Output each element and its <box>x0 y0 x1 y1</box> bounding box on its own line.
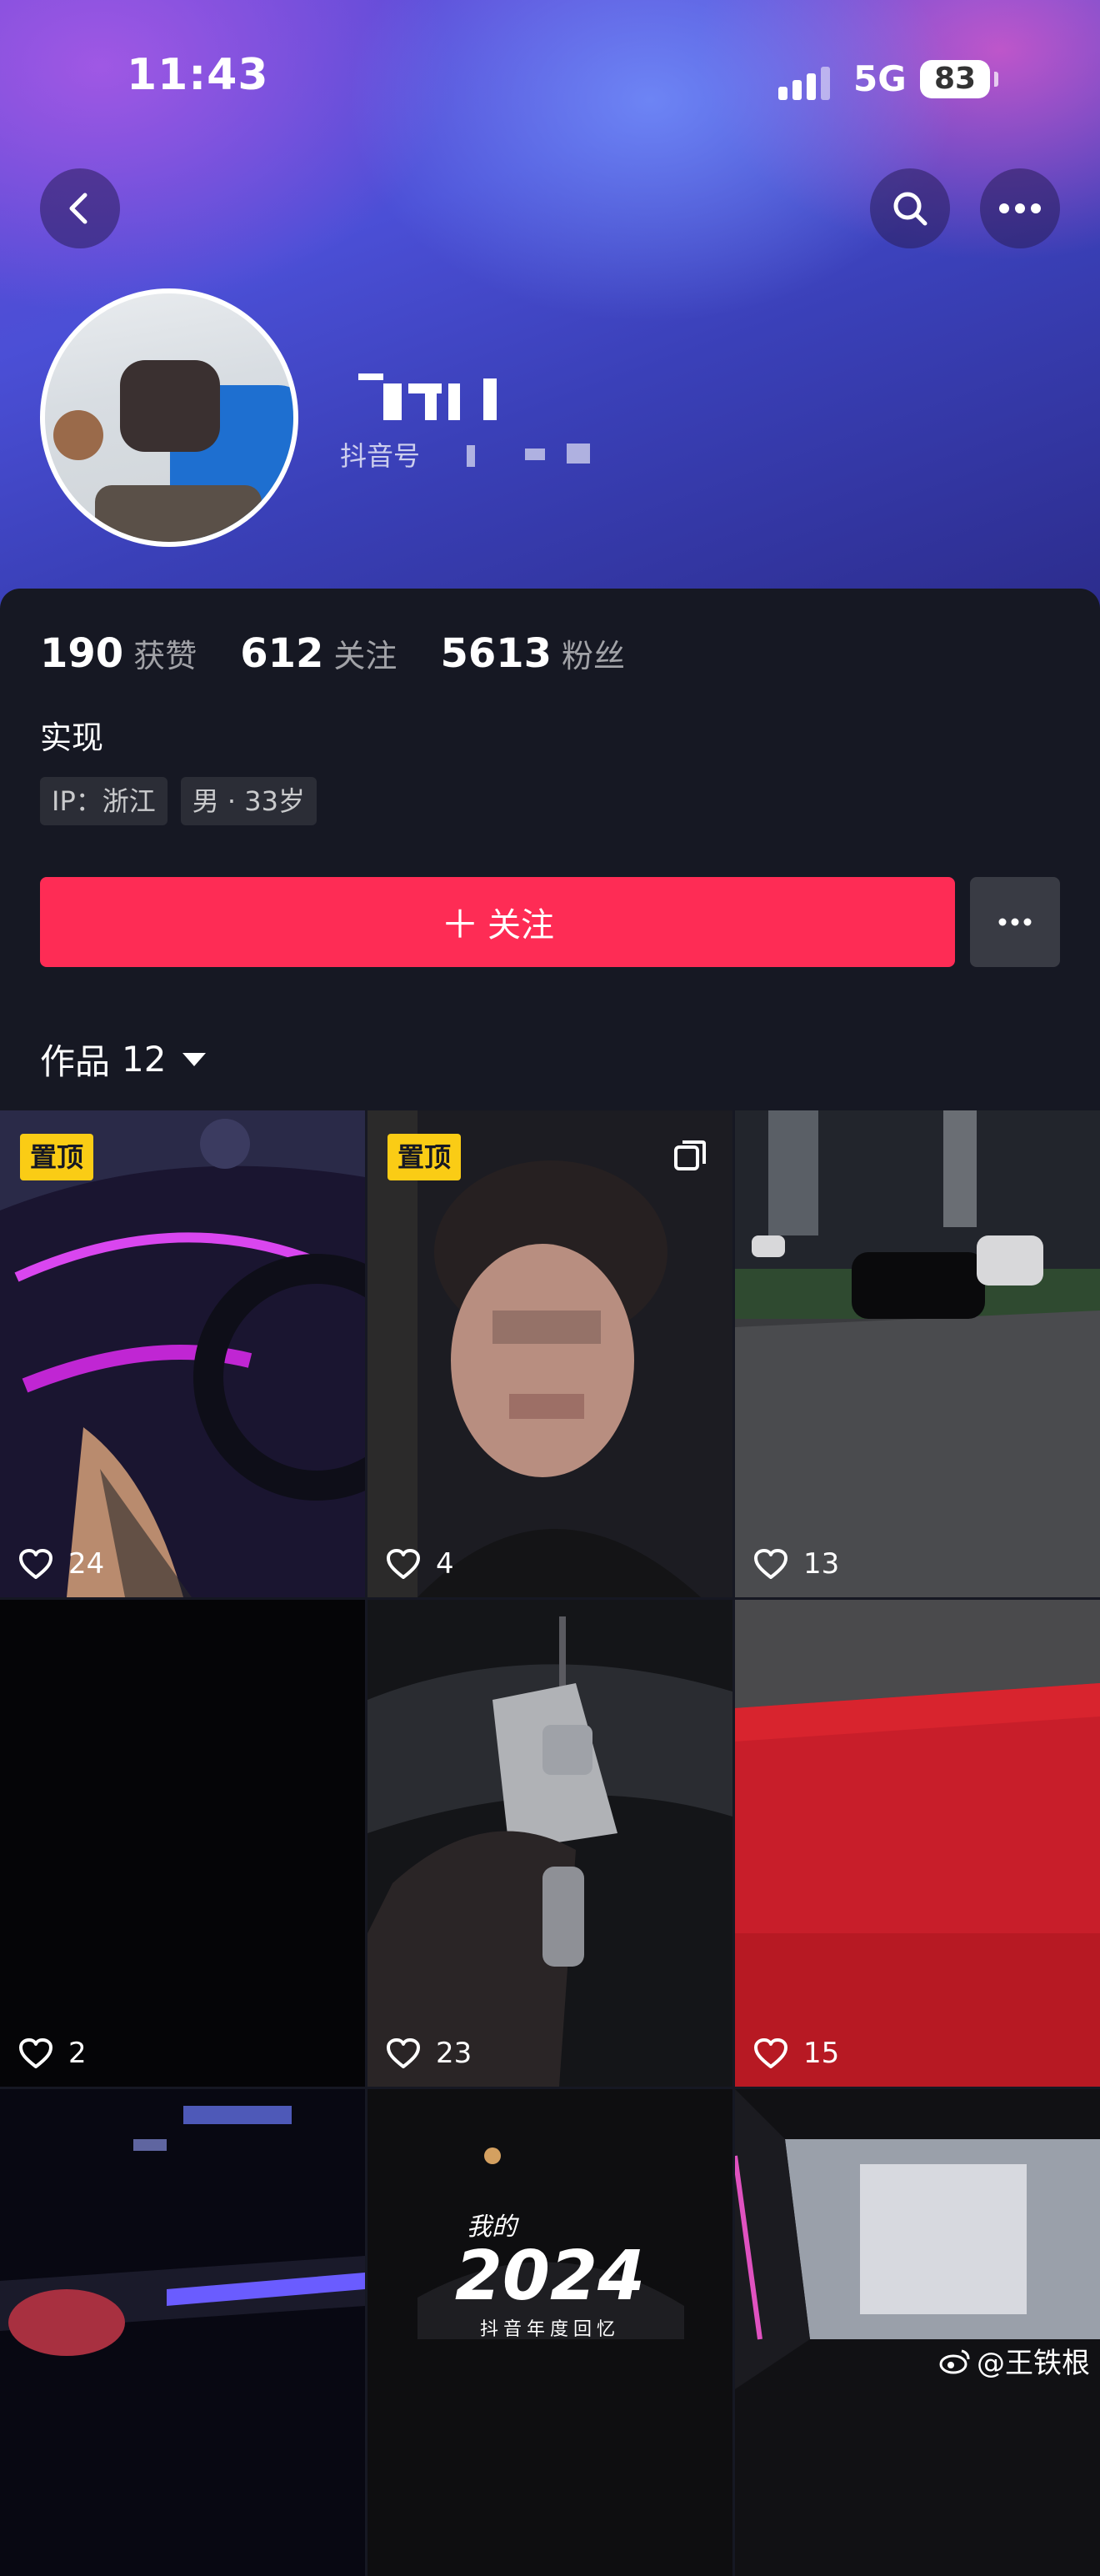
chevron-left-icon <box>69 193 88 224</box>
caret-down-icon <box>182 1052 207 1066</box>
thumbnail-image <box>735 1600 1100 2087</box>
video-thumbnail[interactable]: 置顶 4 <box>368 1110 732 1597</box>
likes-counter: 23 <box>386 2037 472 2070</box>
video-thumbnail[interactable] <box>735 2089 1100 2576</box>
video-thumbnail[interactable]: 2 <box>0 1600 365 2087</box>
likes-count: 2 <box>68 2037 87 2070</box>
pinned-badge: 置顶 <box>20 1134 94 1180</box>
watermark-text: @王铁根 <box>977 2347 1090 2380</box>
tag-ip-location: IP：浙江 <box>40 777 168 825</box>
likes-counter: 4 <box>386 1547 454 1581</box>
thumbnail-image <box>368 1110 732 1597</box>
heart-icon <box>387 2038 420 2068</box>
heart-icon <box>19 1549 52 1579</box>
back-button[interactable] <box>40 168 120 248</box>
more-horizontal-icon <box>998 918 1032 926</box>
search-button[interactable] <box>870 168 950 248</box>
thumbnail-image <box>735 1110 1100 1597</box>
search-icon <box>893 192 928 226</box>
thumbnail-image <box>0 1110 365 1597</box>
stat-label: 获赞 <box>133 638 198 674</box>
status-time: 11:43 <box>127 50 269 100</box>
likes-counter: 13 <box>753 1547 839 1581</box>
profile-bio: 实现 <box>40 719 104 756</box>
heart-icon <box>754 2038 788 2068</box>
video-thumbnail[interactable]: 15 <box>735 1600 1100 2087</box>
year-overlay: 我的 2024 抖音年度回忆 <box>368 2206 732 2341</box>
thumbnail-image <box>735 2089 1100 2576</box>
works-label: 作品 <box>40 1041 111 1082</box>
likes-count: 23 <box>436 2037 472 2070</box>
multi-image-icon <box>674 1140 706 1170</box>
likes-count: 24 <box>68 1547 105 1581</box>
battery-level: 83 <box>933 62 977 96</box>
avatar[interactable] <box>40 288 298 547</box>
stat-value: 612 <box>240 630 324 677</box>
stat-label: 粉丝 <box>562 638 626 674</box>
thumbnail-image <box>0 1600 365 2087</box>
video-thumbnail[interactable]: 13 <box>735 1110 1100 1597</box>
works-tab[interactable]: 作品 12 <box>40 1034 207 1085</box>
year-overlay-title: 2024 <box>454 2237 646 2316</box>
video-thumbnail[interactable] <box>0 2089 365 2576</box>
likes-count: 15 <box>803 2037 840 2070</box>
follow-button-label: 关注 <box>488 906 554 945</box>
heart-icon <box>387 1549 420 1579</box>
stat-value: 190 <box>40 630 124 677</box>
thumbnail-image <box>0 2089 365 2576</box>
likes-counter: 15 <box>753 2037 839 2070</box>
stat-following[interactable]: 612 关注 <box>240 630 397 677</box>
battery-icon: 83 <box>920 60 998 98</box>
profile-tags: IP：浙江 男 · 33岁 <box>40 777 330 825</box>
stat-followers[interactable]: 5613 粉丝 <box>440 630 625 677</box>
heart-icon <box>754 1549 788 1579</box>
likes-count: 4 <box>436 1547 454 1581</box>
video-thumbnail[interactable]: 23 <box>368 1600 732 2087</box>
signal-icon <box>778 67 837 100</box>
stat-likes[interactable]: 190 获赞 <box>40 630 197 677</box>
thumbnail-image <box>368 1600 732 2087</box>
more-options-button[interactable] <box>980 168 1060 248</box>
likes-counter: 2 <box>18 2037 87 2070</box>
douyin-id-blurred <box>467 440 600 467</box>
plus-icon: ＋ <box>441 902 479 947</box>
stat-value: 5613 <box>440 630 552 677</box>
works-grid: 置顶 24 置顶 4 13 2 23 15 我的 2024 抖音年度回忆 @王铁… <box>0 1110 1100 2576</box>
video-thumbnail[interactable]: 置顶 24 <box>0 1110 365 1597</box>
status-bar: 11:43 5G 83 <box>0 0 1100 167</box>
pinned-badge: 置顶 <box>388 1134 462 1180</box>
likes-count: 13 <box>803 1547 840 1581</box>
follow-button[interactable]: ＋ 关注 <box>40 877 955 967</box>
follow-more-button[interactable] <box>970 877 1060 967</box>
video-thumbnail[interactable]: 我的 2024 抖音年度回忆 <box>368 2089 732 2576</box>
more-horizontal-icon <box>999 203 1041 213</box>
stats-row: 190 获赞 612 关注 5613 粉丝 <box>40 630 668 677</box>
tag-gender-age: 男 · 33岁 <box>180 777 317 825</box>
network-type: 5G <box>853 58 907 99</box>
year-overlay-subtitle: 抖音年度回忆 <box>479 2319 620 2340</box>
weibo-watermark: @王铁根 <box>938 2340 1090 2381</box>
likes-counter: 24 <box>18 1547 104 1581</box>
username-blurred <box>350 367 517 425</box>
stat-label: 关注 <box>333 638 398 674</box>
heart-icon <box>19 2038 52 2068</box>
douyin-id-label: 抖音号 <box>340 440 421 472</box>
works-count: 12 <box>122 1039 167 1080</box>
weibo-logo-icon <box>939 2349 970 2373</box>
